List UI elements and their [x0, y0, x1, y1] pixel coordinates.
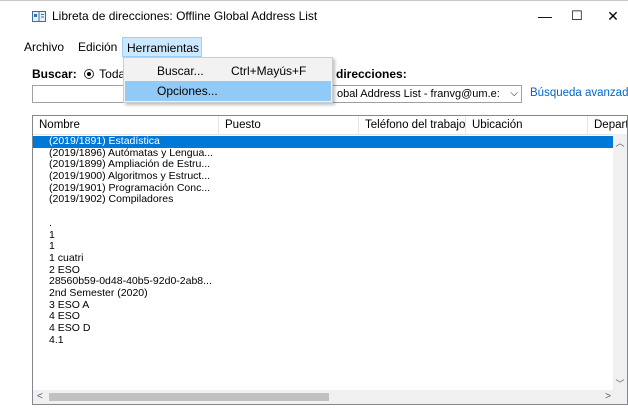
column-puesto[interactable]: Puesto	[219, 116, 359, 134]
address-book-selected: obal Address List - franvg@um.e:	[337, 88, 500, 100]
menu-herramientas[interactable]: Herramientas	[122, 37, 202, 57]
maximize-button[interactable]: ☐	[562, 3, 592, 29]
column-departamento[interactable]: Departa	[588, 116, 627, 134]
address-book-label: direcciones:	[336, 67, 407, 81]
menu-edicion[interactable]: Edición	[74, 37, 121, 57]
menu-archivo[interactable]: Archivo	[20, 37, 68, 57]
list-item[interactable]: (2019/1902) Compiladores	[33, 194, 613, 206]
menu-item-buscar[interactable]: Buscar... Ctrl+Mayús+F	[125, 61, 331, 81]
menu-item-opciones-label: Opciones...	[157, 84, 218, 98]
list-item[interactable]: 4 ESO D	[33, 322, 613, 335]
column-telefono[interactable]: Teléfono del trabajo	[359, 116, 466, 134]
search-row: Buscar: Todas	[32, 67, 131, 83]
horizontal-scroll-thumb[interactable]	[49, 393, 329, 401]
list-rows: (2019/1891) Estadística (2019/1896) Autóm…	[33, 135, 613, 347]
column-nombre[interactable]: Nombre	[33, 116, 219, 134]
address-book-select[interactable]: obal Address List - franvg@um.e: ⌵	[332, 85, 522, 103]
title-bar: Libreta de direcciones: Offline Global A…	[0, 1, 628, 31]
list-header: Nombre Puesto Teléfono del trabajo Ubica…	[33, 116, 627, 135]
search-name-input[interactable]	[32, 85, 127, 103]
list-item[interactable]: (2019/1900) Algoritmos y Estruct...	[33, 170, 613, 183]
search-label: Buscar:	[32, 67, 77, 81]
scroll-down-icon[interactable]: ﹀	[613, 377, 627, 390]
vertical-scrollbar[interactable]: ︿ ﹀	[613, 134, 627, 392]
scrollbar-corner	[613, 390, 627, 404]
window-title: Libreta de direcciones: Offline Global A…	[52, 9, 318, 23]
list-item[interactable]: (2019/1891) Estadística	[33, 135, 613, 148]
list-item[interactable]: .	[33, 217, 613, 230]
tools-dropdown-menu: Buscar... Ctrl+Mayús+F Opciones...	[123, 57, 333, 103]
chevron-down-icon: ⌵	[510, 88, 518, 99]
menu-item-opciones[interactable]: Opciones...	[125, 81, 331, 101]
scroll-up-icon[interactable]: ︿	[613, 136, 627, 149]
address-book-icon	[32, 11, 46, 22]
list-item[interactable]: 1 cuatri	[33, 252, 613, 265]
advanced-search-link[interactable]: Búsqueda avanzada	[530, 87, 628, 99]
list-item[interactable]: 4.1	[33, 334, 613, 347]
scroll-right-icon[interactable]: >	[605, 390, 611, 404]
list-item[interactable]: 4 ESO	[33, 311, 613, 323]
menu-item-buscar-label: Buscar...	[157, 64, 204, 78]
menu-item-buscar-shortcut: Ctrl+Mayús+F	[231, 64, 307, 78]
list-item[interactable]: 2nd Semester (2020)	[33, 287, 613, 300]
contacts-list: Nombre Puesto Teléfono del trabajo Ubica…	[32, 115, 628, 405]
column-ubicacion[interactable]: Ubicación	[466, 116, 588, 134]
search-all-radio[interactable]	[84, 69, 95, 79]
list-item[interactable]: 1	[33, 240, 613, 253]
scroll-left-icon[interactable]: <	[37, 390, 43, 404]
address-book-window: Libreta de direcciones: Offline Global A…	[0, 0, 628, 411]
close-button[interactable]: ✕	[598, 3, 628, 29]
list-item[interactable]: 3 ESO A	[33, 299, 613, 312]
horizontal-scrollbar[interactable]: < >	[33, 390, 615, 404]
minimize-button[interactable]: —	[530, 3, 560, 29]
list-item[interactable]	[33, 206, 613, 218]
list-item[interactable]: 1	[33, 229, 613, 242]
